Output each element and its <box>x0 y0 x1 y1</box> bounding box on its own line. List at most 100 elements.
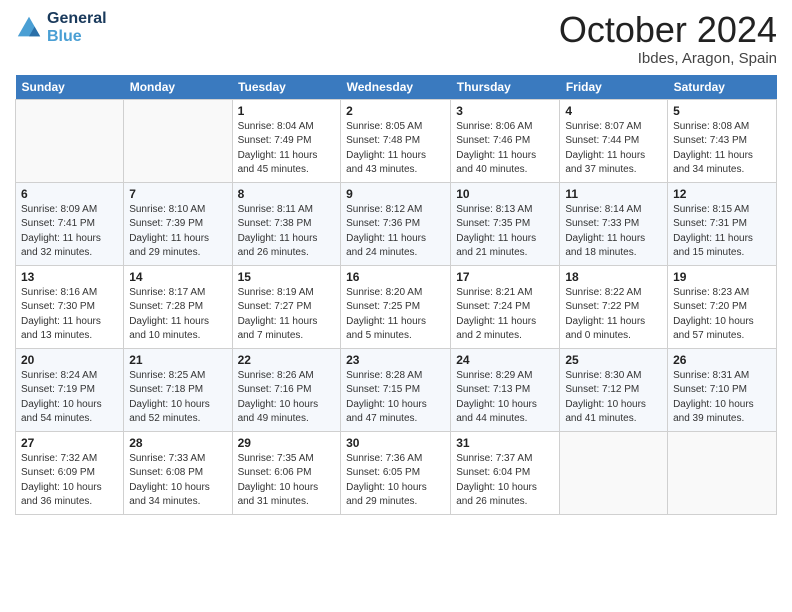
day-info: Sunrise: 8:28 AMSunset: 7:15 PMDaylight:… <box>346 369 445 427</box>
header-saturday: Saturday <box>668 75 777 100</box>
calendar-week-4: 27 Sunrise: 7:32 AMSunset: 6:09 PMDayligh… <box>16 431 777 514</box>
calendar-cell: 27 Sunrise: 7:32 AMSunset: 6:09 PMDayligh… <box>16 431 124 514</box>
calendar-cell <box>668 431 777 514</box>
day-info: Sunrise: 8:12 AMSunset: 7:36 PMDaylight:… <box>346 203 445 261</box>
day-number: 29 <box>238 436 336 450</box>
header-monday: Monday <box>124 75 232 100</box>
day-info: Sunrise: 8:09 AMSunset: 7:41 PMDaylight:… <box>21 203 118 261</box>
calendar-cell: 22 Sunrise: 8:26 AMSunset: 7:16 PMDayligh… <box>232 348 341 431</box>
calendar-cell: 14Sunrise: 8:17 AMSunset: 7:28 PMDayligh… <box>124 265 232 348</box>
day-info: Sunrise: 8:23 AMSunset: 7:20 PMDaylight:… <box>673 286 771 344</box>
calendar-cell: 21 Sunrise: 8:25 AMSunset: 7:18 PMDayligh… <box>124 348 232 431</box>
day-number: 5 <box>673 104 771 118</box>
day-info: Sunrise: 7:32 AMSunset: 6:09 PMDaylight:… <box>21 452 118 510</box>
header-thursday: Thursday <box>451 75 560 100</box>
day-number: 21 <box>129 353 226 367</box>
calendar-header-row: Sunday Monday Tuesday Wednesday Thursday… <box>16 75 777 100</box>
header-friday: Friday <box>560 75 668 100</box>
day-info: Sunrise: 8:15 AMSunset: 7:31 PMDaylight:… <box>673 203 771 261</box>
calendar-cell: 31 Sunrise: 7:37 AMSunset: 6:04 PMDayligh… <box>451 431 560 514</box>
day-number: 15 <box>238 270 336 284</box>
day-info: Sunrise: 8:16 AMSunset: 7:30 PMDaylight:… <box>21 286 118 344</box>
calendar-week-3: 20 Sunrise: 8:24 AMSunset: 7:19 PMDayligh… <box>16 348 777 431</box>
day-info: Sunrise: 8:22 AMSunset: 7:22 PMDaylight:… <box>565 286 662 344</box>
day-info: Sunrise: 8:21 AMSunset: 7:24 PMDaylight:… <box>456 286 554 344</box>
header-wednesday: Wednesday <box>341 75 451 100</box>
calendar-cell: 18 Sunrise: 8:22 AMSunset: 7:22 PMDayligh… <box>560 265 668 348</box>
calendar-cell: 15 Sunrise: 8:19 AMSunset: 7:27 PMDayligh… <box>232 265 341 348</box>
day-number: 26 <box>673 353 771 367</box>
calendar-cell: 29 Sunrise: 7:35 AMSunset: 6:06 PMDayligh… <box>232 431 341 514</box>
day-info: Sunrise: 8:04 AMSunset: 7:49 PMDaylight:… <box>238 120 336 178</box>
calendar-cell: 23 Sunrise: 8:28 AMSunset: 7:15 PMDayligh… <box>341 348 451 431</box>
day-number: 9 <box>346 187 445 201</box>
day-number: 27 <box>21 436 118 450</box>
calendar-week-0: 1 Sunrise: 8:04 AMSunset: 7:49 PMDaylight… <box>16 99 777 182</box>
day-number: 16 <box>346 270 445 284</box>
day-number: 20 <box>21 353 118 367</box>
calendar-cell: 4Sunrise: 8:07 AMSunset: 7:44 PMDaylight… <box>560 99 668 182</box>
day-info: Sunrise: 8:31 AMSunset: 7:10 PMDaylight:… <box>673 369 771 427</box>
day-number: 30 <box>346 436 445 450</box>
day-info: Sunrise: 8:05 AMSunset: 7:48 PMDaylight:… <box>346 120 445 178</box>
day-info: Sunrise: 7:33 AMSunset: 6:08 PMDaylight:… <box>129 452 226 510</box>
calendar-cell: 8 Sunrise: 8:11 AMSunset: 7:38 PMDaylight… <box>232 182 341 265</box>
main-title: October 2024 <box>559 10 777 50</box>
day-number: 2 <box>346 104 445 118</box>
day-info: Sunrise: 8:29 AMSunset: 7:13 PMDaylight:… <box>456 369 554 427</box>
title-block: October 2024 Ibdes, Aragon, Spain <box>559 10 777 67</box>
day-number: 31 <box>456 436 554 450</box>
calendar-week-2: 13 Sunrise: 8:16 AMSunset: 7:30 PMDayligh… <box>16 265 777 348</box>
day-info: Sunrise: 8:30 AMSunset: 7:12 PMDaylight:… <box>565 369 662 427</box>
calendar-cell <box>560 431 668 514</box>
day-number: 13 <box>21 270 118 284</box>
calendar-cell: 10 Sunrise: 8:13 AMSunset: 7:35 PMDayligh… <box>451 182 560 265</box>
day-number: 24 <box>456 353 554 367</box>
header: General Blue October 2024 Ibdes, Aragon,… <box>15 10 777 67</box>
location-subtitle: Ibdes, Aragon, Spain <box>559 50 777 67</box>
day-number: 11 <box>565 187 662 201</box>
calendar-cell: 25Sunrise: 8:30 AMSunset: 7:12 PMDayligh… <box>560 348 668 431</box>
day-info: Sunrise: 8:19 AMSunset: 7:27 PMDaylight:… <box>238 286 336 344</box>
calendar-cell: 17 Sunrise: 8:21 AMSunset: 7:24 PMDayligh… <box>451 265 560 348</box>
calendar-cell: 16 Sunrise: 8:20 AMSunset: 7:25 PMDayligh… <box>341 265 451 348</box>
day-info: Sunrise: 8:11 AMSunset: 7:38 PMDaylight:… <box>238 203 336 261</box>
day-number: 7 <box>129 187 226 201</box>
day-number: 10 <box>456 187 554 201</box>
calendar-cell: 1 Sunrise: 8:04 AMSunset: 7:49 PMDaylight… <box>232 99 341 182</box>
day-number: 23 <box>346 353 445 367</box>
logo-text: General Blue <box>47 10 107 45</box>
day-number: 17 <box>456 270 554 284</box>
day-info: Sunrise: 8:07 AMSunset: 7:44 PMDaylight:… <box>565 120 662 178</box>
day-number: 18 <box>565 270 662 284</box>
calendar-cell: 30 Sunrise: 7:36 AMSunset: 6:05 PMDayligh… <box>341 431 451 514</box>
day-info: Sunrise: 7:35 AMSunset: 6:06 PMDaylight:… <box>238 452 336 510</box>
calendar-cell: 26 Sunrise: 8:31 AMSunset: 7:10 PMDayligh… <box>668 348 777 431</box>
day-number: 1 <box>238 104 336 118</box>
day-info: Sunrise: 8:20 AMSunset: 7:25 PMDaylight:… <box>346 286 445 344</box>
calendar-cell: 6 Sunrise: 8:09 AMSunset: 7:41 PMDaylight… <box>16 182 124 265</box>
day-info: Sunrise: 8:24 AMSunset: 7:19 PMDaylight:… <box>21 369 118 427</box>
calendar-cell: 13 Sunrise: 8:16 AMSunset: 7:30 PMDayligh… <box>16 265 124 348</box>
calendar-cell: 24 Sunrise: 8:29 AMSunset: 7:13 PMDayligh… <box>451 348 560 431</box>
calendar-cell <box>124 99 232 182</box>
day-info: Sunrise: 8:14 AMSunset: 7:33 PMDaylight:… <box>565 203 662 261</box>
day-info: Sunrise: 7:37 AMSunset: 6:04 PMDaylight:… <box>456 452 554 510</box>
calendar-cell: 19Sunrise: 8:23 AMSunset: 7:20 PMDayligh… <box>668 265 777 348</box>
calendar-cell: 11 Sunrise: 8:14 AMSunset: 7:33 PMDayligh… <box>560 182 668 265</box>
day-number: 22 <box>238 353 336 367</box>
calendar-table: Sunday Monday Tuesday Wednesday Thursday… <box>15 75 777 515</box>
day-info: Sunrise: 8:25 AMSunset: 7:18 PMDaylight:… <box>129 369 226 427</box>
calendar-week-1: 6 Sunrise: 8:09 AMSunset: 7:41 PMDaylight… <box>16 182 777 265</box>
day-info: Sunrise: 8:26 AMSunset: 7:16 PMDaylight:… <box>238 369 336 427</box>
day-info: Sunrise: 7:36 AMSunset: 6:05 PMDaylight:… <box>346 452 445 510</box>
day-number: 8 <box>238 187 336 201</box>
day-number: 6 <box>21 187 118 201</box>
calendar-cell <box>16 99 124 182</box>
day-number: 3 <box>456 104 554 118</box>
calendar-cell: 5Sunrise: 8:08 AMSunset: 7:43 PMDaylight… <box>668 99 777 182</box>
logo: General Blue <box>15 10 107 45</box>
main-container: General Blue October 2024 Ibdes, Aragon,… <box>0 0 792 525</box>
day-info: Sunrise: 8:10 AMSunset: 7:39 PMDaylight:… <box>129 203 226 261</box>
day-info: Sunrise: 8:13 AMSunset: 7:35 PMDaylight:… <box>456 203 554 261</box>
